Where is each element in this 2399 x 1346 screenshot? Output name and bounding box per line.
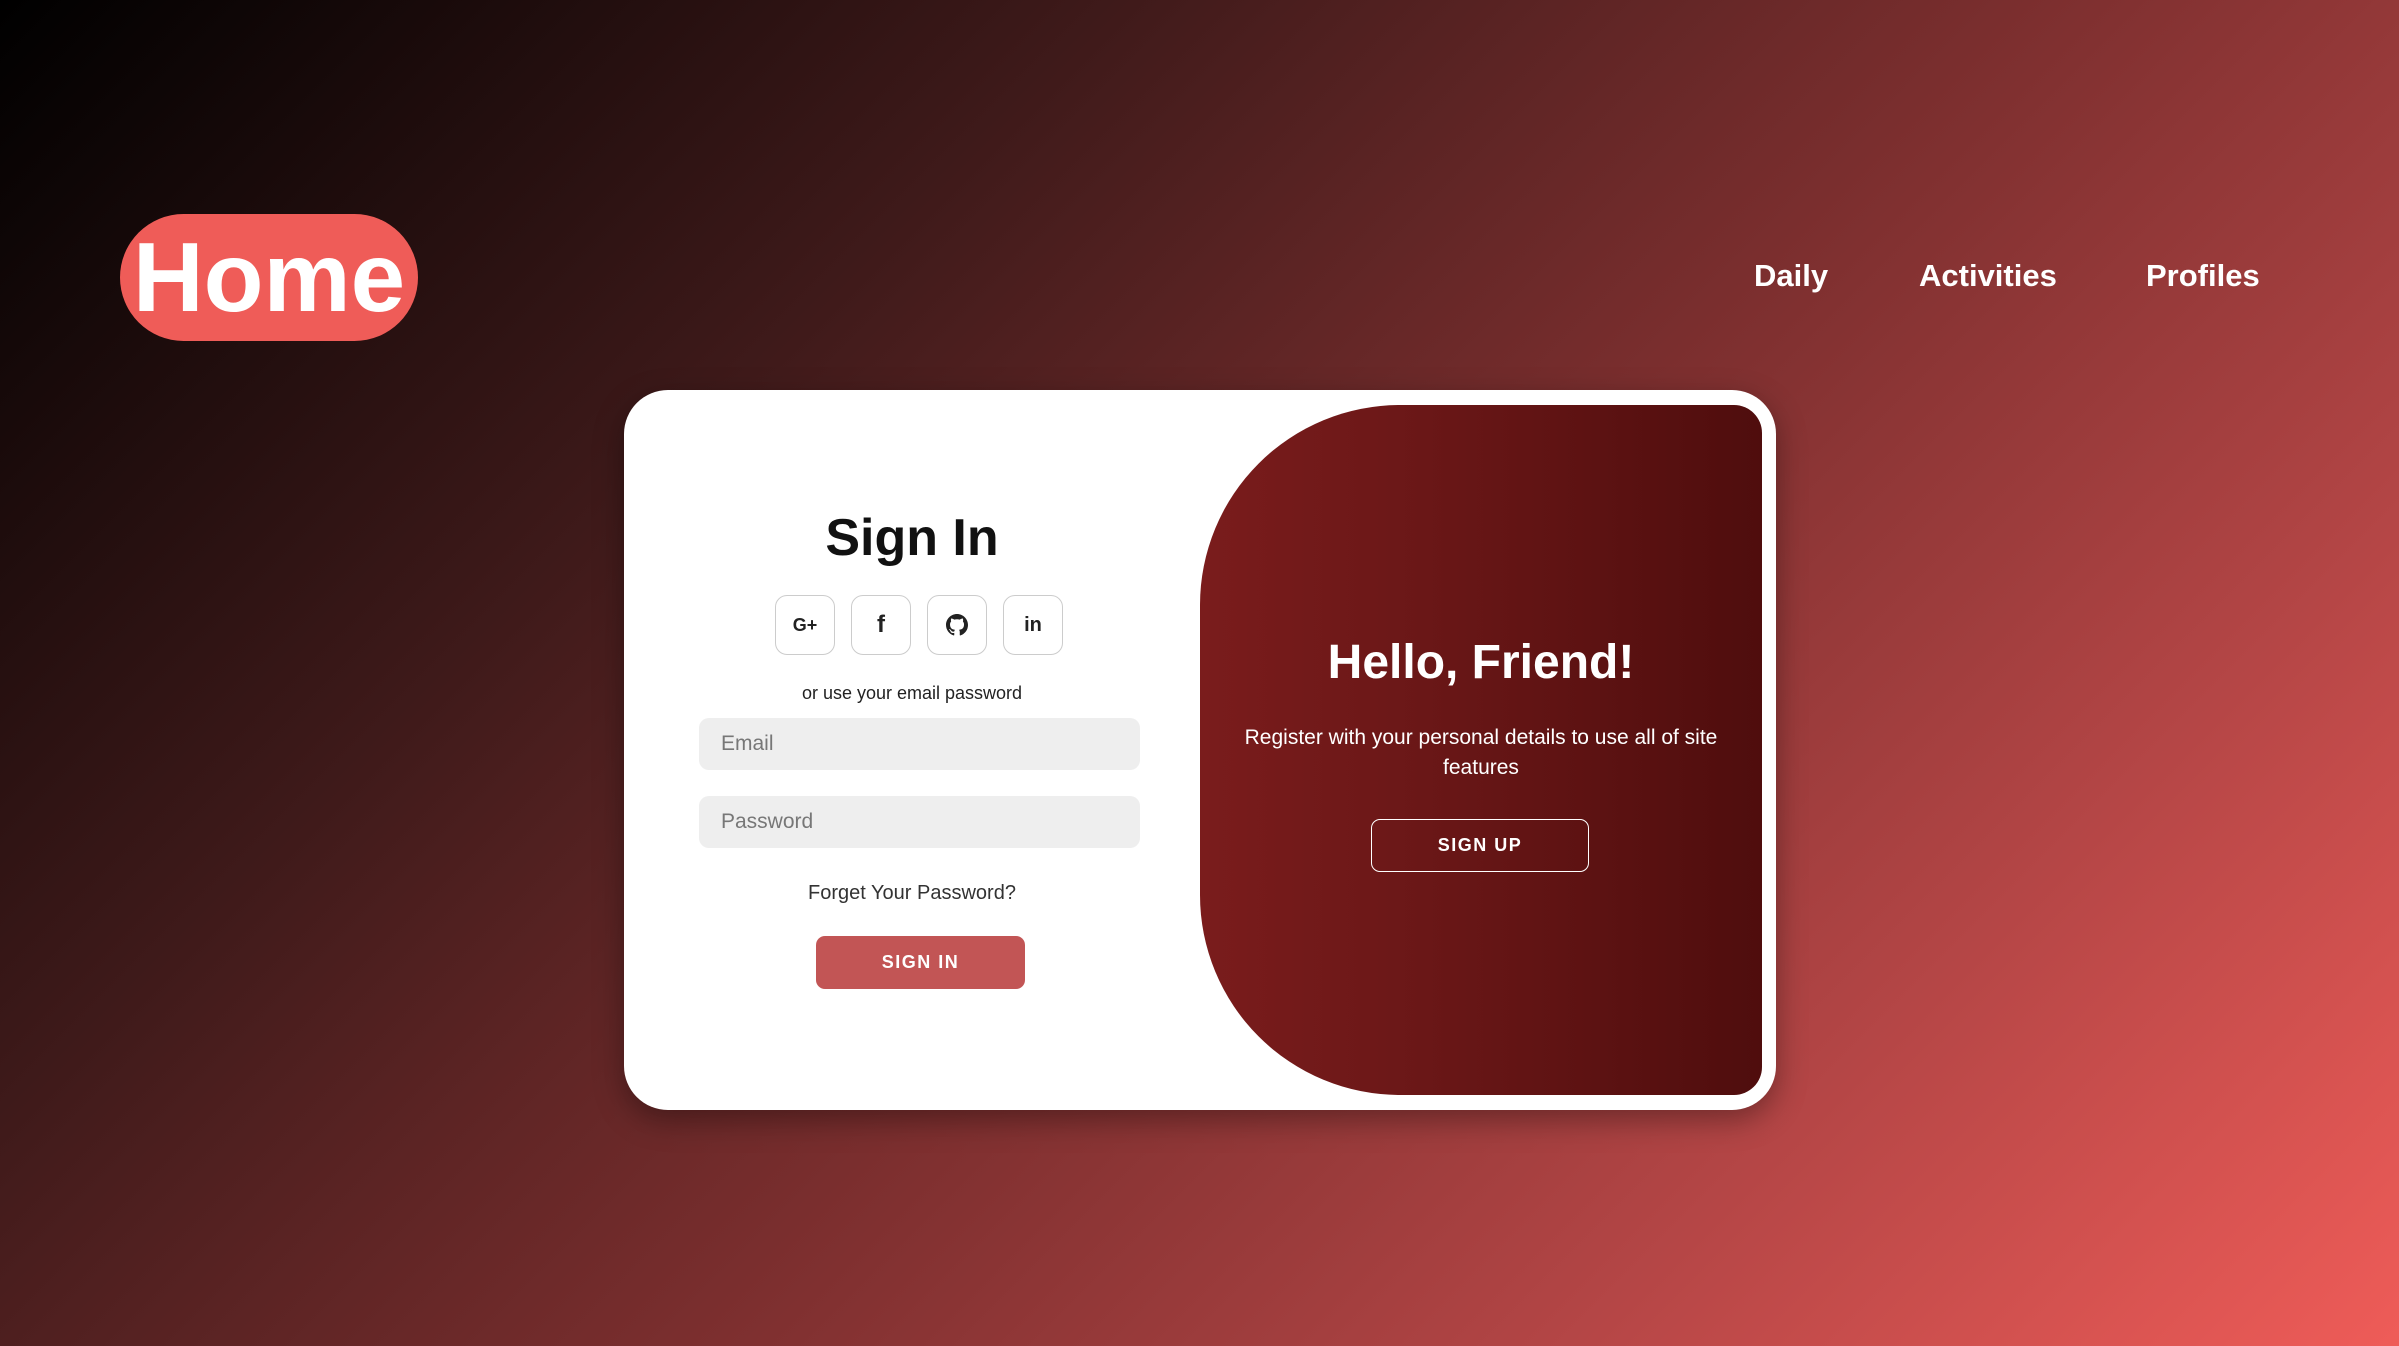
nav-link-daily[interactable]: Daily <box>1754 254 1828 298</box>
hello-text: Register with your personal details to u… <box>1244 726 1718 779</box>
signin-title: Sign In <box>825 509 999 567</box>
nav-link-activities[interactable]: Activities <box>1919 254 2057 298</box>
facebook-button[interactable]: f <box>851 595 911 655</box>
forgot-password-link[interactable]: Forget Your Password? <box>624 882 1200 905</box>
google-plus-icon: G+ <box>792 614 818 635</box>
sign-in-button[interactable]: SIGN IN <box>816 936 1025 989</box>
email-field[interactable] <box>699 718 1140 770</box>
nav-link-profiles[interactable]: Profiles <box>2146 254 2260 298</box>
linkedin-icon: in <box>1024 613 1042 636</box>
google-plus-button[interactable]: G+ <box>775 595 835 655</box>
github-button[interactable] <box>927 595 987 655</box>
main-nav: Daily Activities Profiles <box>0 254 2399 298</box>
social-login-row: G+ f in <box>775 595 1063 655</box>
alt-login-text: or use your email password <box>801 683 1023 703</box>
facebook-icon: f <box>877 611 885 638</box>
hello-title: Hello, Friend! <box>1327 636 1635 689</box>
sign-up-button[interactable]: SIGN UP <box>1371 819 1589 872</box>
password-field[interactable] <box>699 796 1140 848</box>
linkedin-button[interactable]: in <box>1003 595 1063 655</box>
toggle-panel: Hello, Friend! Register with your person… <box>1200 405 1762 1095</box>
auth-card: Sign In G+ f in or use your email passwo… <box>624 390 1776 1110</box>
github-icon <box>946 614 968 636</box>
signin-panel: Sign In G+ f in or use your email passwo… <box>624 390 1200 1110</box>
